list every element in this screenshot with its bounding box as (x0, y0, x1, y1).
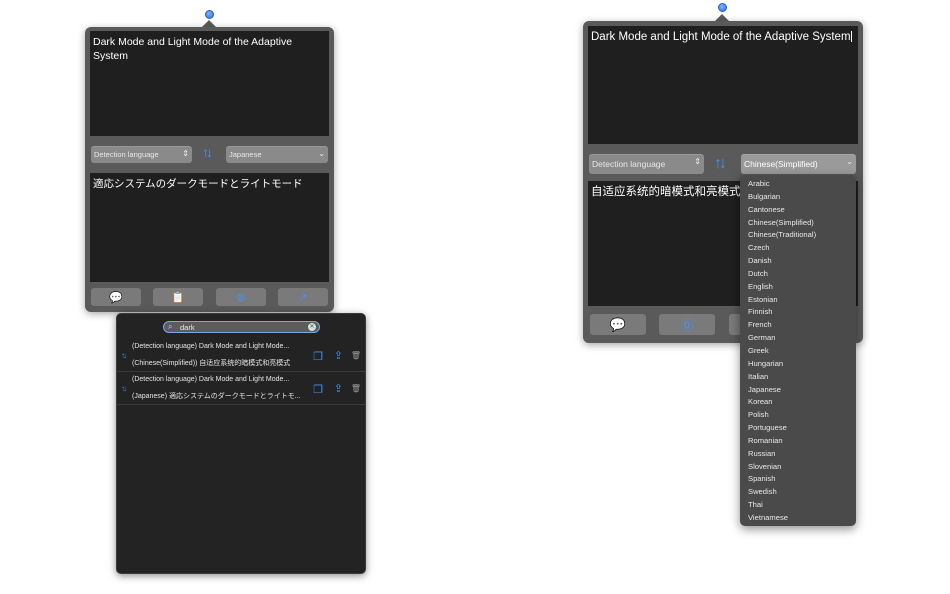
trash-icon[interactable]: 🗑 (351, 384, 361, 393)
language-option[interactable]: Thai (740, 499, 856, 512)
menubar-status-icon[interactable] (718, 3, 727, 12)
source-language-value: Detection language (592, 159, 666, 169)
language-option[interactable]: Bulgarian (740, 191, 856, 204)
history-entry-translation: (Japanese) 適応システムのダークモードとライトモ... (132, 393, 301, 400)
source-language-value: Detection language (94, 150, 159, 159)
popover-caret (715, 14, 729, 21)
language-option[interactable]: Greek (740, 345, 856, 358)
clipboard-icon: 📋 (171, 291, 185, 304)
language-option[interactable]: Hungarian (740, 358, 856, 371)
history-entry-source: (Detection language) Dark Mode and Light… (132, 376, 290, 383)
language-option[interactable]: Vietnamese (740, 512, 856, 525)
share-button[interactable]: ↗ (278, 288, 328, 306)
swap-arrows-icon[interactable]: ↑↓ (714, 155, 727, 173)
language-option[interactable]: Dutch (740, 268, 856, 281)
chevron-down-icon: ⌄ (318, 149, 325, 158)
language-option[interactable]: Cantonese (740, 204, 856, 217)
trash-icon[interactable]: 🗑 (351, 351, 361, 360)
language-option[interactable]: English (740, 281, 856, 294)
translate-button[interactable]: ⊘ (216, 288, 266, 306)
target-language-value: Japanese (229, 150, 262, 159)
translator-popover-left: Dark Mode and Light Mode of the Adaptive… (85, 27, 334, 312)
magnifier-icon: ⌕ (168, 322, 173, 331)
target-language-value: Chinese(Simplified) (744, 159, 818, 169)
clipboard-icon: ⓪ (680, 318, 694, 333)
speech-bubble-icon: 💬 (109, 291, 123, 304)
search-input[interactable]: ⌕ dark ✕ (163, 321, 320, 333)
history-entry[interactable]: ↑↓ (Detection language) Dark Mode and Li… (117, 340, 365, 372)
language-option[interactable]: German (740, 332, 856, 345)
swap-arrows-icon: ↑↓ (121, 351, 127, 360)
updown-chevron-icon: ⇕ (182, 149, 189, 158)
language-dropdown: Arabic Bulgarian Cantonese Chinese(Simplifi… (740, 175, 856, 526)
history-button[interactable]: 💬 (91, 288, 141, 306)
clipboard-icon[interactable]: ❐ (313, 383, 323, 396)
language-option[interactable]: Portuguese (740, 422, 856, 435)
source-language-select[interactable]: Detection language ⇕ (589, 154, 704, 174)
language-option[interactable]: Arabic (740, 178, 856, 191)
speech-bubble-icon: 💬 (609, 316, 627, 332)
language-option[interactable]: Japanese (740, 384, 856, 397)
target-language-select[interactable]: Japanese ⌄ (226, 146, 328, 163)
compass-icon: ⊘ (236, 291, 246, 304)
language-list: Arabic Bulgarian Cantonese Chinese(Simplifi… (740, 178, 856, 525)
updown-chevron-icon: ⇕ (694, 157, 701, 166)
copy-button[interactable]: 📋 (153, 288, 203, 306)
chevron-down-icon: ⌄ (846, 157, 853, 166)
language-option[interactable]: Finnish (740, 306, 856, 319)
language-option[interactable]: Czech (740, 242, 856, 255)
language-option[interactable]: Russian (740, 448, 856, 461)
language-option[interactable]: Chinese(Traditional) (740, 229, 856, 242)
language-option[interactable]: Slovenian (740, 461, 856, 474)
language-option[interactable]: Italian (740, 371, 856, 384)
language-option[interactable]: Romanian (740, 435, 856, 448)
text-cursor (850, 31, 852, 42)
search-value: dark (180, 323, 195, 332)
source-text-value: Dark Mode and Light Mode of the Adaptive… (591, 31, 851, 43)
copy-button[interactable]: ⓪ (659, 314, 715, 335)
language-option[interactable]: Spanish (740, 473, 856, 486)
history-entry[interactable]: ↑↓ (Detection language) Dark Mode and Li… (117, 373, 365, 405)
source-language-select[interactable]: Detection language ⇕ (91, 146, 192, 163)
history-panel: ⌕ dark ✕ ↑↓ (Detection language) Dark Mo… (116, 313, 366, 574)
clipboard-icon[interactable]: ❐ (313, 350, 323, 363)
language-option[interactable]: Swedish (740, 486, 856, 499)
target-language-select[interactable]: Chinese(Simplified) ⌄ (741, 154, 856, 174)
clear-x-icon[interactable]: ✕ (308, 323, 316, 331)
history-button[interactable]: 💬 (590, 314, 646, 335)
popover-caret (202, 20, 216, 27)
translated-text-area: 適応システムのダークモードとライトモード (90, 173, 329, 282)
language-option[interactable]: Estonian (740, 294, 856, 307)
language-option[interactable]: Chinese(Simplified) (740, 217, 856, 230)
language-option[interactable]: French (740, 319, 856, 332)
language-option[interactable]: Danish (740, 255, 856, 268)
share-icon[interactable]: ⇪ (334, 382, 343, 395)
menubar-status-icon[interactable] (205, 10, 214, 19)
language-option[interactable]: Korean (740, 396, 856, 409)
share-icon[interactable]: ⇪ (334, 349, 343, 362)
language-option[interactable]: Polish (740, 409, 856, 422)
swap-arrows-icon[interactable]: ↑↓ (202, 144, 213, 160)
source-text-area[interactable]: Dark Mode and Light Mode of the Adaptive… (90, 31, 329, 136)
source-text-area[interactable]: Dark Mode and Light Mode of the Adaptive… (588, 26, 858, 144)
share-icon: ↗ (298, 291, 308, 304)
swap-arrows-icon: ↑↓ (121, 384, 127, 393)
history-entry-source: (Detection language) Dark Mode and Light… (132, 343, 290, 350)
history-entry-translation: (Chinese(Simplified)) 自适应系统的暗模式和亮模式 (132, 360, 291, 367)
